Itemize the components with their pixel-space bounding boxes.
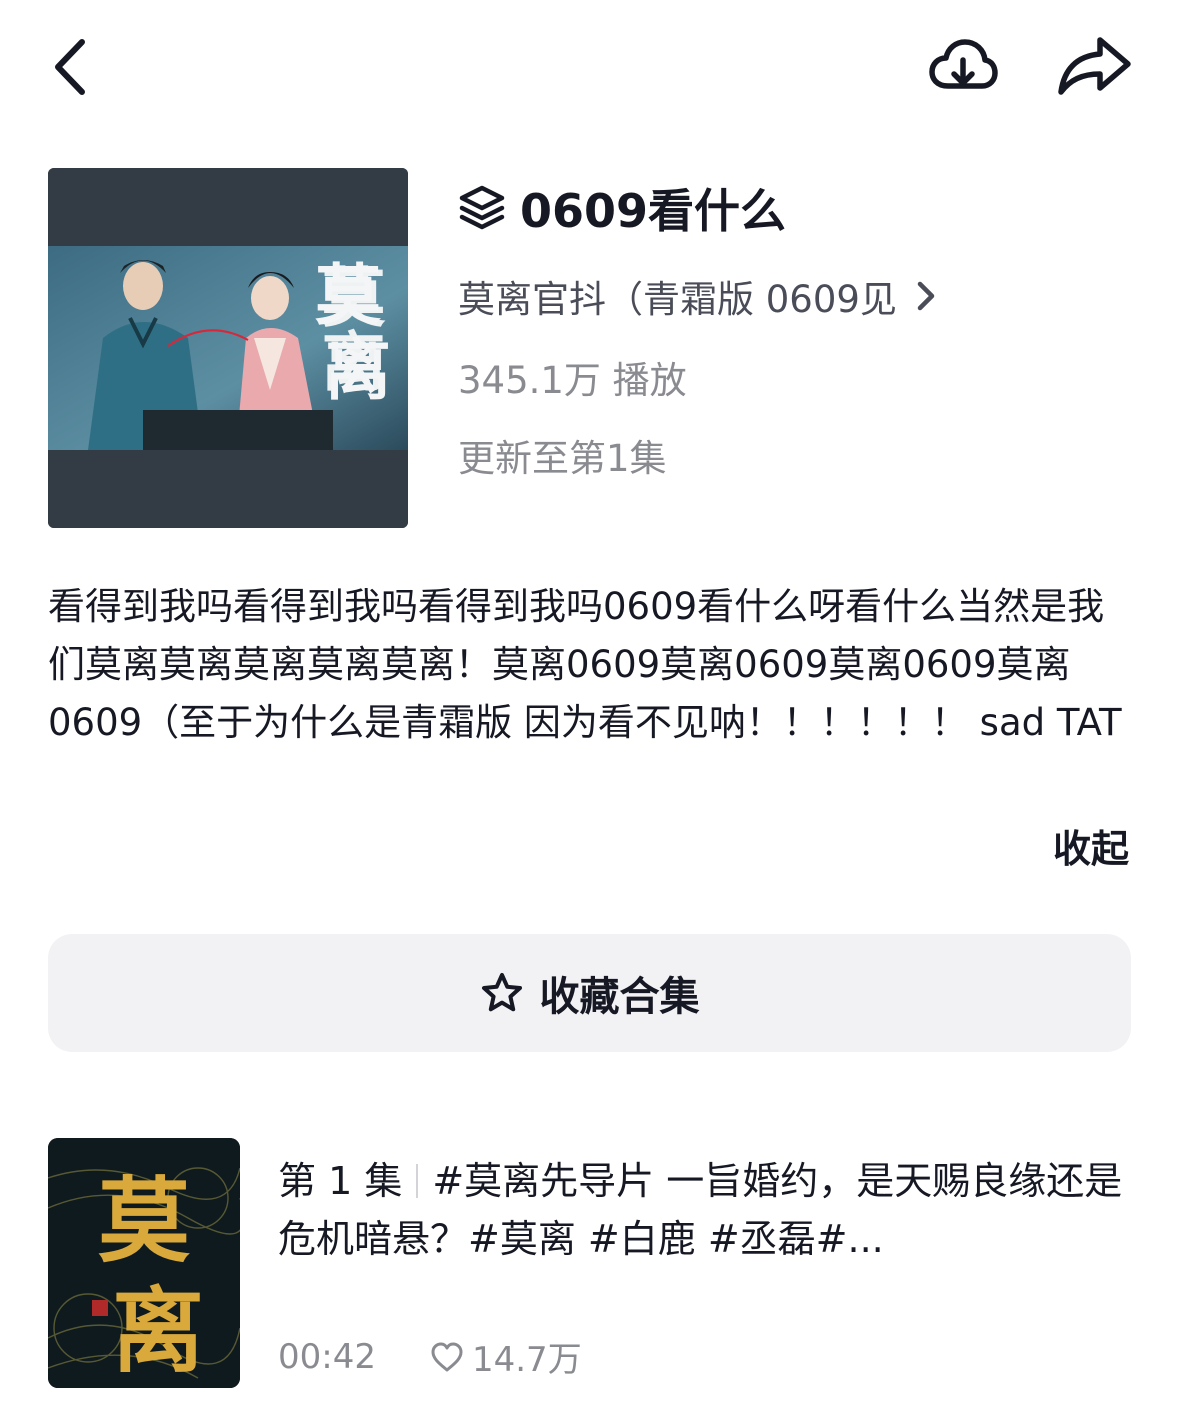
play-count: 345.1万 播放 [458,359,687,402]
episode-title-text: #莫离先导片 一旨婚约，是天赐良缘还是危机暗悬？#莫离 #白鹿 #丞磊#... [278,1159,1123,1261]
episode-divider [416,1164,419,1198]
svg-text:离: 离 [325,331,391,409]
episode-title[interactable]: 第 1 集 #莫离先导片 一旨婚约，是天赐良缘还是危机暗悬？#莫离 #白鹿 #丞磊… [278,1152,1128,1268]
svg-text:离: 离 [112,1277,204,1385]
chevron-right-icon [917,281,935,311]
update-status: 更新至第1集 [458,437,667,480]
collection-cover: 莫离 莫 离 [48,168,408,528]
svg-text:莫: 莫 [98,1167,190,1275]
collection-title: 0609看什么 [458,172,786,244]
star-outline-icon [481,973,522,1012]
share-arrow-icon [1058,37,1131,95]
collapse-button[interactable]: 收起 [1053,818,1129,873]
cloud-download-icon [929,39,998,89]
heart-outline-icon [431,1342,463,1371]
layers-icon [459,185,505,230]
author-link[interactable]: 莫离官抖（青霜版 0609见 [458,268,937,324]
episode-number: 第 1 集 [278,1159,403,1203]
collection-description: 看得到我吗看得到我吗看得到我吗0609看什么呀看什么当然是我们莫离莫离莫离莫离莫… [48,585,1122,744]
favorite-collection-button[interactable]: 收藏合集 [48,934,1131,1052]
episode-thumbnail[interactable]: 莫 离 [48,1138,240,1388]
favorite-collection-label: 收藏合集 [539,974,700,1020]
episode-meta: 00:42 14.7万 [278,1332,582,1381]
episode-duration: 00:42 [278,1336,376,1377]
back-button[interactable] [44,36,104,98]
author-name: 莫离官抖（青霜版 0609见 [458,278,897,321]
collection-title-text: 0609看什么 [520,184,787,238]
share-button[interactable] [1056,34,1132,98]
chevron-left-icon [55,39,85,95]
svg-text:莫: 莫 [315,256,381,334]
download-button[interactable] [928,36,998,98]
episode-likes: 14.7万 [430,1332,582,1381]
episode-like-count: 14.7万 [471,1340,582,1380]
